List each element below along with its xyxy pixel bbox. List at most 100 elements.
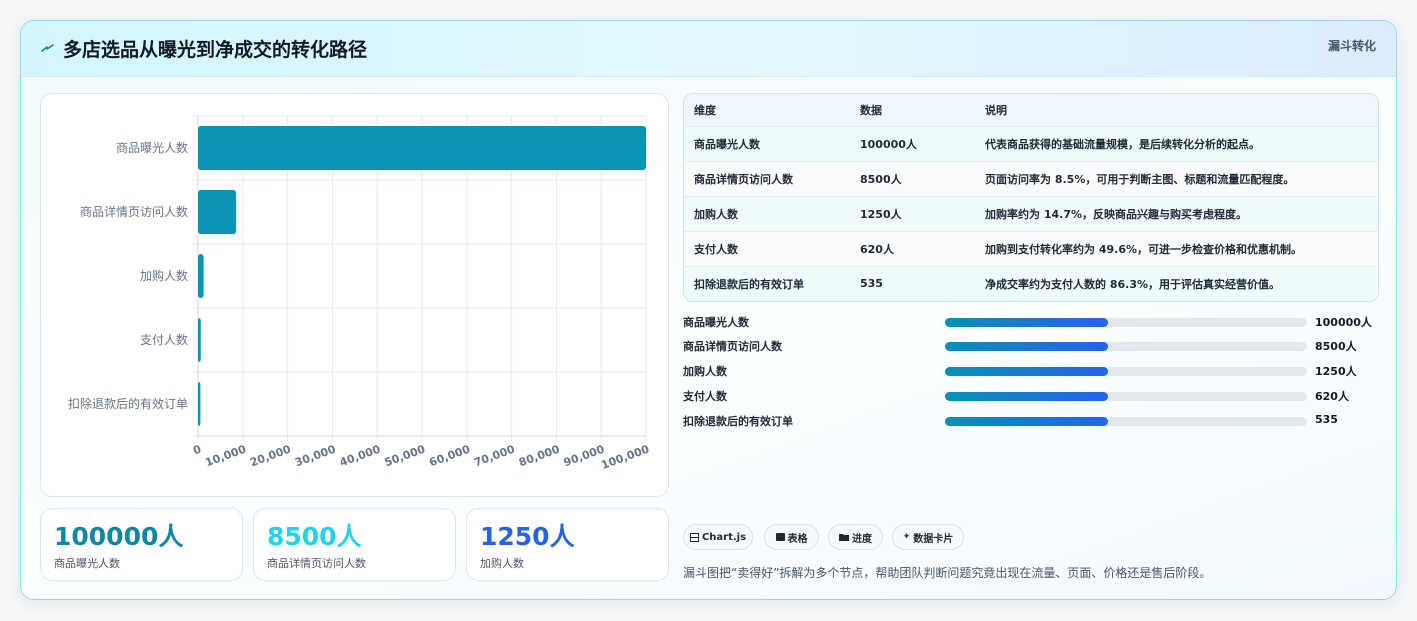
stat-value: 100000人 — [54, 522, 184, 551]
stat-label: 加购人数 — [480, 557, 524, 570]
table-header-cell: 维度 — [694, 103, 716, 117]
stat-label: 商品详情页访问人数 — [267, 557, 366, 570]
footnote: 漏斗图把“卖得好”拆解为多个节点，帮助团队判断问题究竟出现在流量、页面、价格还是… — [683, 566, 1212, 580]
y-category-label: 商品详情页访问人数 — [80, 204, 188, 219]
y-category-label: 扣除退款后的有效订单 — [68, 396, 188, 411]
card-header: 多店选品从曝光到净成交的转化路径 漏斗转化 — [21, 21, 1396, 77]
table-row: 加购人数 1250人 加购率约为 14.7%，反映商品兴趣与购买考虑程度。 — [684, 196, 1378, 231]
progress-row: 加购人数 1250人 — [683, 363, 1383, 379]
progress-value: 8500人 — [1315, 340, 1357, 353]
table-cell: 加购率约为 14.7%，反映商品兴趣与购买考虑程度。 — [985, 207, 1247, 221]
table-row: 商品详情页访问人数 8500人 页面访问率为 8.5%，可用于判断主图、标题和流… — [684, 161, 1378, 196]
pill-label: 进度 — [852, 533, 872, 545]
progress-value: 535 — [1315, 413, 1338, 426]
x-tick-label: 90,000 — [562, 442, 607, 469]
progress-row: 扣除退款后的有效订单 535 — [683, 413, 1383, 429]
progress-label: 扣除退款后的有效订单 — [683, 415, 793, 428]
x-tick-label: 60,000 — [427, 442, 472, 469]
stat-card-detail-visits: 8500人 商品详情页访问人数 — [253, 508, 456, 581]
progress-fill — [945, 318, 1108, 327]
progress-row: 支付人数 620人 — [683, 388, 1383, 404]
pill-chartjs[interactable]: Chart.js — [683, 524, 753, 550]
table-row: 扣除退款后的有效订单 535 净成交率约为支付人数的 86.3%，用于评估真实经… — [684, 266, 1378, 301]
stat-value: 8500人 — [267, 522, 362, 551]
table-cell: 100000人 — [860, 137, 917, 151]
table-row: 商品曝光人数 100000人 代表商品获得的基础流量规模，是后续转化分析的起点。 — [684, 126, 1378, 161]
bar-1 — [198, 190, 237, 234]
stat-card-exposure: 100000人 商品曝光人数 — [40, 508, 243, 581]
pill-progress[interactable]: 进度 — [828, 524, 883, 550]
progress-fill — [945, 367, 1108, 376]
progress-value: 620人 — [1315, 390, 1349, 403]
table-icon — [775, 533, 785, 541]
progress-track — [945, 342, 1307, 351]
pill-data-cards[interactable]: ✦ 数据卡片 — [892, 524, 964, 550]
table-cell: 净成交率约为支付人数的 86.3%，用于评估真实经营价值。 — [985, 277, 1280, 291]
sparkle-icon: ✦ — [902, 532, 911, 542]
progress-value: 100000人 — [1315, 316, 1372, 329]
chart-icon — [689, 532, 699, 542]
page-title: 多店选品从曝光到净成交的转化路径 — [63, 39, 368, 61]
bar-4 — [198, 382, 201, 426]
x-tick-label: 30,000 — [293, 442, 338, 469]
bar-2 — [198, 254, 204, 298]
progress-label: 加购人数 — [683, 365, 727, 378]
table-row: 支付人数 620人 加购到支付转化率约为 49.6%，可进一步检查价格和优惠机制… — [684, 231, 1378, 266]
table-header-cell: 数据 — [860, 103, 882, 117]
progress-track — [945, 318, 1307, 327]
progress-track — [945, 392, 1307, 401]
progress-track — [945, 417, 1307, 426]
table-cell: 620人 — [860, 242, 894, 256]
table-cell: 扣除退款后的有效订单 — [694, 277, 804, 291]
stat-value: 1250人 — [480, 522, 575, 551]
table-header-cell: 说明 — [985, 103, 1007, 117]
pill-label: Chart.js — [701, 531, 747, 543]
y-category-label: 商品曝光人数 — [116, 140, 188, 155]
pill-table[interactable]: 表格 — [764, 524, 819, 550]
x-tick-label: 40,000 — [338, 442, 383, 469]
progress-fill — [945, 392, 1108, 401]
progress-fill — [945, 417, 1108, 426]
y-category-label: 加购人数 — [140, 268, 188, 283]
progress-label: 支付人数 — [683, 390, 727, 403]
table-cell: 页面访问率为 8.5%，可用于判断主图、标题和流量匹配程度。 — [985, 172, 1295, 186]
progress-fill — [945, 342, 1108, 351]
x-tick-label: 10,000 — [203, 442, 248, 469]
main-card: 多店选品从曝光到净成交的转化路径 漏斗转化 0 10,000 20,000 30,00… — [20, 20, 1397, 600]
table-cell: 加购人数 — [694, 207, 738, 221]
progress-label: 商品详情页访问人数 — [683, 340, 782, 353]
pill-label: 数据卡片 — [913, 533, 954, 545]
progress-label: 商品曝光人数 — [683, 316, 749, 329]
y-category-label: 支付人数 — [140, 332, 188, 347]
pill-label: 表格 — [787, 533, 808, 545]
table-cell: 商品详情页访问人数 — [694, 172, 793, 186]
table-cell: 535 — [860, 277, 883, 291]
progress-track — [945, 367, 1307, 376]
funnel-table: 维度 数据 说明 商品曝光人数 100000人 代表商品获得的基础流量规模，是后… — [684, 94, 1378, 301]
table-cell: 1250人 — [860, 207, 902, 221]
x-tick-label: 20,000 — [248, 442, 293, 469]
funnel-tag: 漏斗转化 — [1327, 39, 1376, 53]
x-tick-label: 100,000 — [599, 442, 651, 471]
stat-card-add-to-cart: 1250人 加购人数 — [466, 508, 669, 581]
bar-0 — [198, 126, 646, 170]
progress-row: 商品曝光人数 100000人 — [683, 314, 1383, 330]
data-table: 维度 数据 说明 商品曝光人数 100000人 代表商品获得的基础流量规模，是后… — [683, 93, 1379, 302]
folder-icon — [839, 534, 849, 541]
x-tick-label: 0 — [191, 442, 203, 457]
stat-label: 商品曝光人数 — [54, 557, 120, 570]
progress-row: 商品详情页访问人数 8500人 — [683, 338, 1383, 354]
table-cell: 商品曝光人数 — [694, 137, 760, 151]
table-cell: 支付人数 — [694, 242, 738, 256]
table-cell: 加购到支付转化率约为 49.6%，可进一步检查价格和优惠机制。 — [985, 242, 1302, 256]
x-tick-label: 50,000 — [383, 442, 428, 469]
bar-3 — [198, 318, 201, 362]
funnel-bar-chart-panel: 0 10,000 20,000 30,000 40,000 50,000 60,000 70,… — [40, 93, 669, 497]
funnel-bar-chart: 0 10,000 20,000 30,000 40,000 50,000 60,000 70,… — [68, 115, 651, 472]
lightning-icon — [41, 44, 54, 52]
x-tick-label: 80,000 — [517, 442, 562, 469]
x-tick-label: 70,000 — [472, 442, 517, 469]
table-cell: 代表商品获得的基础流量规模，是后续转化分析的起点。 — [985, 137, 1260, 151]
table-header-row: 维度 数据 说明 — [684, 94, 1378, 126]
table-cell: 8500人 — [860, 172, 902, 186]
